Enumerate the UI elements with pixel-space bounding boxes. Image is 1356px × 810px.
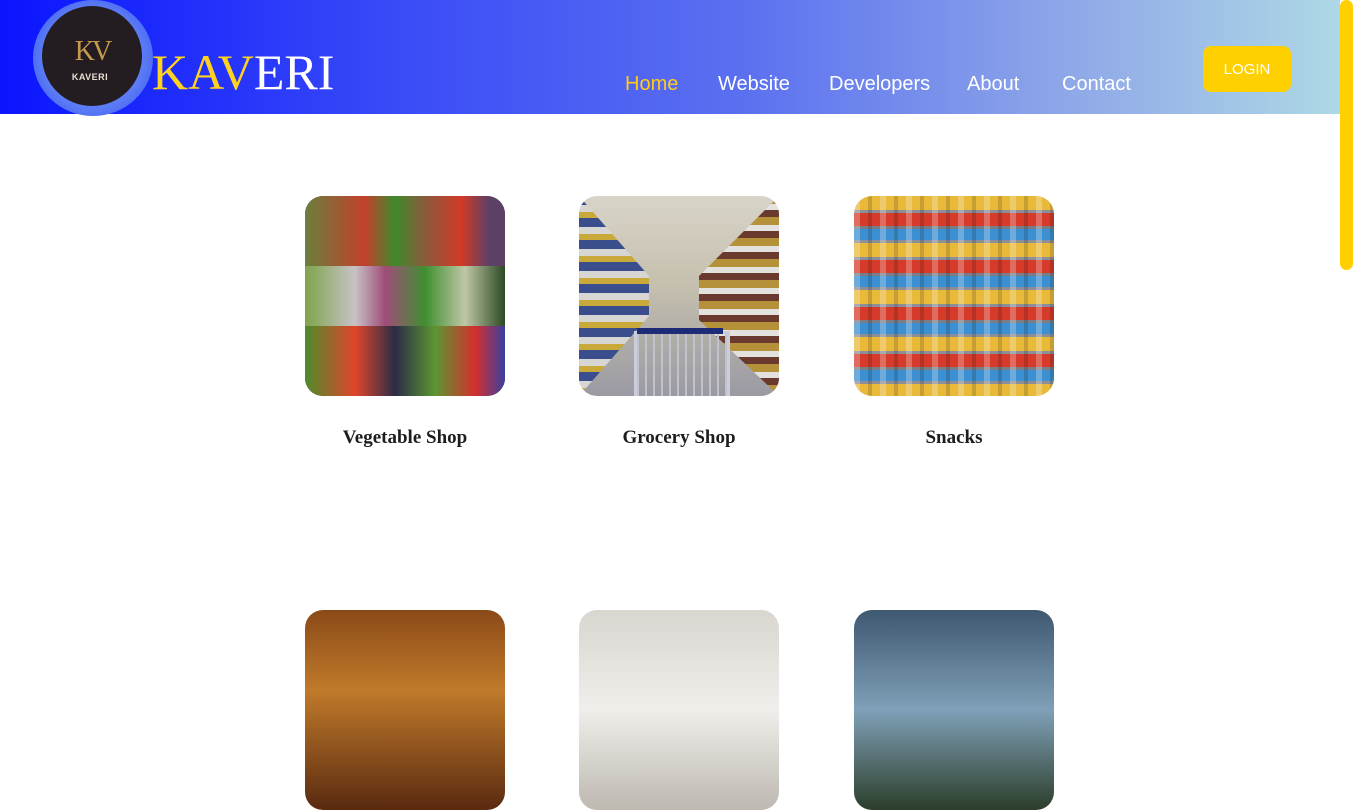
nav-website[interactable]: Website xyxy=(718,72,790,96)
snacks-shelf-image xyxy=(854,196,1054,396)
grocery-aisle-image xyxy=(579,196,779,396)
logo-subtext: KAVERI xyxy=(71,72,109,82)
scrollbar-thumb[interactable] xyxy=(1340,0,1353,270)
card-grocery-shop[interactable]: Grocery Shop xyxy=(579,196,779,448)
nav-contact[interactable]: Contact xyxy=(1062,72,1131,96)
brand-title[interactable]: KAVERI xyxy=(152,44,334,100)
card-image xyxy=(305,610,505,810)
login-button[interactable]: LOGIN xyxy=(1203,46,1291,92)
card-snacks[interactable]: Snacks xyxy=(854,196,1054,448)
nav-developers[interactable]: Developers xyxy=(829,72,930,96)
card-bottom-3[interactable] xyxy=(854,610,1054,810)
logo-mark: KV xyxy=(74,36,112,67)
nav-about[interactable]: About xyxy=(967,72,1019,96)
card-image xyxy=(579,610,779,810)
card-bottom-2[interactable] xyxy=(579,610,779,810)
brand-title-part-1: KAV xyxy=(152,44,254,100)
card-bottom-1[interactable] xyxy=(305,610,505,810)
brand-title-part-2: ERI xyxy=(253,44,335,100)
card-vegetable-shop[interactable]: Vegetable Shop xyxy=(305,196,505,448)
nav-home[interactable]: Home xyxy=(625,72,678,96)
card-image xyxy=(854,610,1054,810)
card-label: Vegetable Shop xyxy=(342,427,468,448)
vegetable-market-image xyxy=(305,196,505,396)
card-label: Grocery Shop xyxy=(622,427,736,448)
card-label: Snacks xyxy=(925,427,983,448)
